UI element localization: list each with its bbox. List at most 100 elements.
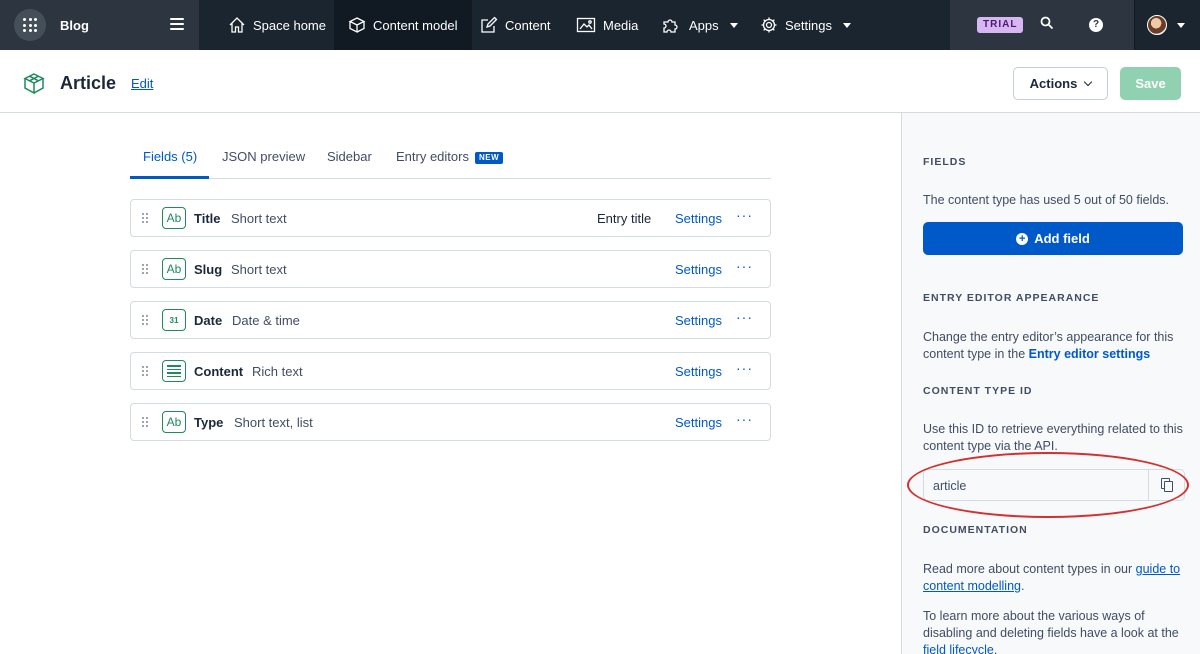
field-name: Date — [194, 313, 223, 328]
text-icon: Ab — [162, 207, 186, 229]
tab-label: Entry editors — [396, 149, 469, 164]
grid-icon — [23, 18, 37, 32]
actions-label: Actions — [1029, 76, 1078, 91]
active-tab-indicator — [130, 176, 209, 179]
new-badge: NEW — [474, 152, 504, 164]
edit-title-link[interactable]: Edit — [131, 76, 153, 91]
calendar-icon: 31 — [162, 309, 186, 331]
search-icon[interactable] — [1040, 16, 1054, 30]
nav-space-home[interactable]: Space home — [214, 0, 340, 50]
chevron-down-icon — [1177, 22, 1185, 28]
image-icon — [576, 17, 596, 33]
field-type: Short text, list — [234, 415, 313, 430]
tab-json-preview[interactable]: JSON preview — [222, 149, 305, 164]
nav-label: Content model — [373, 17, 458, 33]
plus-icon: + — [1016, 232, 1029, 245]
text-icon: Ab — [162, 411, 186, 433]
docs-text-end: . — [1020, 579, 1025, 593]
more-options-icon[interactable]: ··· — [736, 259, 754, 277]
rich-text-icon — [162, 360, 186, 382]
docs-text-body: To learn more about the various ways of … — [923, 609, 1179, 640]
avatar — [1147, 15, 1167, 35]
drag-handle-icon[interactable] — [142, 213, 148, 223]
fields-usage-text: The content type has used 5 out of 50 fi… — [923, 193, 1169, 207]
field-row-content[interactable]: Content Rich text Settings ··· — [130, 352, 771, 390]
more-options-icon[interactable]: ··· — [736, 412, 754, 430]
docs-text-body: Read more about content types in our — [923, 562, 1136, 576]
drag-handle-icon[interactable] — [142, 315, 148, 325]
field-row-slug[interactable]: Ab Slug Short text Settings ··· — [130, 250, 771, 288]
entry-title-badge: Entry title — [597, 211, 652, 226]
nav-label: Settings — [785, 17, 832, 33]
app-launcher-button[interactable] — [14, 9, 46, 41]
actions-button[interactable]: Actions — [1013, 67, 1108, 100]
content-type-id-heading: CONTENT TYPE ID — [923, 385, 1033, 397]
nav-label: Space home — [253, 17, 326, 33]
entry-editor-settings-link[interactable]: Entry editor settings — [1029, 347, 1151, 361]
nav-label: Content — [505, 17, 551, 33]
nav-content[interactable]: Content — [466, 0, 565, 50]
nav-apps[interactable]: Apps — [648, 0, 752, 50]
content-type-tabs: Fields (5) JSON preview Sidebar Entry ed… — [130, 140, 771, 179]
page-header: Article Edit Actions Save — [0, 50, 1200, 113]
appearance-heading: ENTRY EDITOR APPEARANCE — [923, 292, 1100, 304]
profile-menu[interactable] — [1134, 0, 1200, 50]
nav-content-model[interactable]: Content model — [334, 0, 472, 50]
nav-label: Apps — [689, 17, 719, 33]
gear-icon — [761, 17, 777, 33]
tab-fields[interactable]: Fields (5) — [143, 149, 197, 164]
field-name: Title — [194, 211, 221, 226]
chevron-down-icon — [729, 22, 738, 28]
drag-handle-icon[interactable] — [142, 417, 148, 427]
content-type-id-value[interactable]: article — [933, 479, 966, 493]
chevron-down-icon — [842, 22, 851, 28]
field-name: Slug — [194, 262, 223, 277]
menu-icon[interactable] — [170, 18, 184, 33]
save-button[interactable]: Save — [1120, 67, 1181, 100]
documentation-text: Read more about content types in our gui… — [923, 561, 1185, 595]
field-lifecycle-link[interactable]: field lifecycle — [923, 643, 994, 654]
more-options-icon[interactable]: ··· — [736, 208, 754, 226]
more-options-icon[interactable]: ··· — [736, 361, 754, 379]
space-name[interactable]: Blog — [60, 18, 89, 33]
field-row-date[interactable]: 31 Date Date & time Settings ··· — [130, 301, 771, 339]
tab-sidebar[interactable]: Sidebar — [327, 149, 372, 164]
nav-media[interactable]: Media — [562, 0, 652, 50]
more-options-icon[interactable]: ··· — [736, 310, 754, 328]
tab-entry-editors[interactable]: Entry editors NEW — [396, 149, 504, 164]
content-type-icon — [23, 73, 45, 95]
docs-text-end: . — [993, 643, 998, 654]
add-field-button[interactable]: + Add field — [923, 222, 1183, 255]
field-settings-link[interactable]: Settings — [675, 364, 722, 379]
drag-handle-icon[interactable] — [142, 366, 148, 376]
add-field-label: Add field — [1034, 231, 1090, 246]
fields-heading: FIELDS — [923, 156, 967, 168]
drag-handle-icon[interactable] — [142, 264, 148, 274]
top-navigation: Blog Space home Content model Content Me… — [0, 0, 1200, 50]
field-settings-link[interactable]: Settings — [675, 313, 722, 328]
content-type-sidebar: FIELDS The content type has used 5 out o… — [901, 113, 1200, 654]
field-type: Rich text — [252, 364, 303, 379]
field-name: Content — [194, 364, 244, 379]
field-type: Date & time — [232, 313, 300, 328]
trial-badge[interactable]: TRIAL — [977, 17, 1024, 33]
puzzle-icon — [663, 19, 678, 33]
field-settings-link[interactable]: Settings — [675, 211, 722, 226]
nav-label: Media — [603, 17, 639, 33]
field-settings-link[interactable]: Settings — [675, 262, 722, 277]
field-row-type[interactable]: Ab Type Short text, list Settings ··· — [130, 403, 771, 441]
field-type: Short text — [231, 262, 287, 277]
copy-button[interactable] — [1148, 470, 1184, 500]
field-name: Type — [194, 415, 224, 430]
text-icon: Ab — [162, 258, 186, 280]
content-type-id-field[interactable]: article — [923, 469, 1185, 501]
chevron-down-icon — [1084, 77, 1093, 87]
edit-icon — [481, 16, 498, 33]
help-icon[interactable]: ? — [1089, 18, 1103, 32]
field-type: Short text — [231, 211, 287, 226]
page-title: Article — [60, 73, 117, 93]
nav-settings[interactable]: Settings — [746, 0, 865, 50]
field-row-title[interactable]: Ab Title Short text Entry title Settings… — [130, 199, 771, 237]
field-lifecycle-text: To learn more about the various ways of … — [923, 608, 1185, 654]
field-settings-link[interactable]: Settings — [675, 415, 722, 430]
